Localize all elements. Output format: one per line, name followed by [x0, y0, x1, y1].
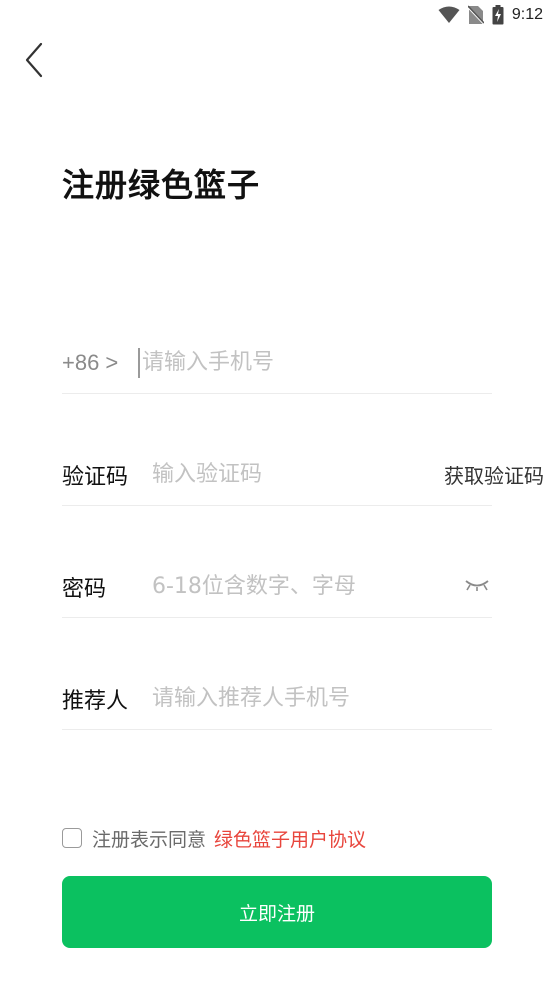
password-input[interactable] — [152, 566, 462, 607]
battery-charging-icon — [492, 5, 504, 25]
eye-closed-icon — [464, 577, 490, 596]
back-button[interactable] — [14, 40, 54, 84]
password-visibility-toggle[interactable] — [462, 575, 492, 599]
page-title: 注册绿色篮子 — [62, 166, 261, 204]
status-time: 9:12 — [511, 6, 543, 23]
referrer-input[interactable] — [152, 678, 492, 719]
code-input[interactable] — [152, 454, 426, 495]
status-icons: 9:12 — [438, 4, 543, 26]
code-label: 验证码 — [62, 464, 129, 490]
status-bar: 9:12 — [0, 0, 553, 30]
code-row: 验证码 获取验证码 — [62, 444, 544, 506]
wifi-icon — [438, 6, 460, 24]
password-row: 密码 — [62, 556, 492, 618]
phone-row: +86 > — [62, 332, 492, 394]
no-sim-icon — [467, 5, 484, 25]
user-agreement-link[interactable]: 绿色篮子用户协议 — [214, 825, 366, 852]
referrer-label: 推荐人 — [62, 688, 129, 714]
chevron-left-icon — [24, 42, 44, 82]
agree-text: 注册表示同意 — [92, 828, 207, 851]
agreement: 注册表示同意 绿色篮子用户协议 — [62, 825, 366, 852]
country-code-selector[interactable]: +86 > — [62, 350, 138, 376]
phone-input[interactable] — [138, 347, 492, 378]
password-label: 密码 — [62, 576, 107, 602]
get-code-button[interactable]: 获取验证码 — [444, 460, 544, 489]
register-button[interactable]: 立即注册 — [62, 876, 492, 948]
agree-checkbox[interactable] — [62, 828, 82, 848]
referrer-row: 推荐人 — [62, 668, 492, 730]
